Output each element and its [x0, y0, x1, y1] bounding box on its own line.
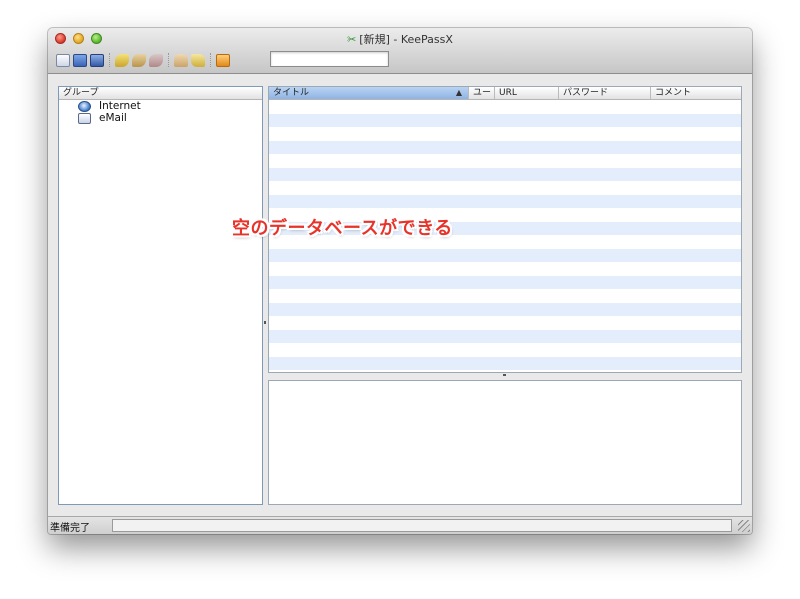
column-header-password[interactable]: パスワード — [559, 87, 651, 99]
empty-row — [269, 194, 741, 208]
empty-row — [269, 289, 741, 303]
group-item-label: eMail — [99, 112, 127, 124]
empty-row — [269, 113, 741, 127]
lock-icon[interactable] — [216, 53, 230, 67]
window-title: ✂ [新規] - KeePassX — [48, 31, 752, 47]
empty-row — [269, 140, 741, 154]
title-bar: ✂ [新規] - KeePassX — [48, 28, 752, 74]
splitter-grip[interactable] — [503, 374, 506, 376]
globe-icon — [78, 100, 91, 112]
status-text: 準備完了 — [50, 523, 90, 534]
empty-row — [269, 343, 741, 357]
empty-row — [269, 154, 741, 168]
column-header-title-label: タイトル — [273, 88, 310, 98]
status-field — [112, 519, 732, 532]
keepassx-window: ✂ [新規] - KeePassX グループ Internet eMail タイ… — [48, 28, 752, 534]
vertical-splitter[interactable] — [264, 86, 267, 505]
empty-row — [269, 275, 741, 289]
key-delete-icon[interactable] — [149, 53, 163, 67]
main-content: グループ Internet eMail タイトル ▲ ユー URL パスワード — [48, 75, 752, 516]
annotation-caption: 空のデータベースができる — [232, 218, 453, 239]
search-input[interactable] — [270, 51, 389, 67]
key-add-icon[interactable] — [115, 53, 129, 67]
empty-row — [269, 127, 741, 141]
save-icon[interactable] — [90, 53, 104, 67]
group-item-label: Internet — [99, 100, 141, 112]
entry-details-view — [268, 380, 742, 505]
new-doc-icon[interactable] — [56, 53, 70, 67]
toolbar-separator — [168, 53, 169, 67]
splitter-grip[interactable] — [264, 321, 266, 324]
key-edit-icon[interactable] — [132, 53, 146, 67]
toolbar-separator — [210, 53, 211, 67]
pen-icon[interactable] — [191, 53, 205, 67]
group-tree-header[interactable]: グループ — [59, 87, 262, 100]
group-tree[interactable]: グループ Internet eMail — [58, 86, 263, 505]
empty-row — [269, 302, 741, 316]
open-folder-icon[interactable] — [73, 53, 87, 67]
sort-ascending-icon: ▲ — [455, 88, 462, 97]
entry-list-header: タイトル ▲ ユー URL パスワード コメント — [269, 87, 741, 100]
window-title-text: [新規] - KeePassX — [359, 33, 453, 46]
group-item-email[interactable]: eMail — [59, 112, 262, 124]
empty-row — [269, 181, 741, 195]
group-item-internet[interactable]: Internet — [59, 100, 262, 112]
column-header-title[interactable]: タイトル ▲ — [269, 87, 469, 99]
keepassx-icon: ✂ — [347, 33, 357, 46]
empty-row — [269, 329, 741, 343]
status-bar: 準備完了 — [48, 516, 752, 534]
empty-row — [269, 248, 741, 262]
empty-row — [269, 356, 741, 370]
column-header-comment[interactable]: コメント — [651, 87, 741, 99]
empty-row — [269, 316, 741, 330]
toolbar — [56, 51, 233, 69]
empty-row — [269, 167, 741, 181]
mail-icon — [78, 112, 91, 124]
resize-grip-icon[interactable] — [738, 520, 750, 532]
column-header-username[interactable]: ユー — [469, 87, 495, 99]
column-header-url[interactable]: URL — [495, 87, 559, 99]
user-icon[interactable] — [174, 53, 188, 67]
empty-row — [269, 100, 741, 114]
empty-row — [269, 262, 741, 276]
toolbar-separator — [109, 53, 110, 67]
